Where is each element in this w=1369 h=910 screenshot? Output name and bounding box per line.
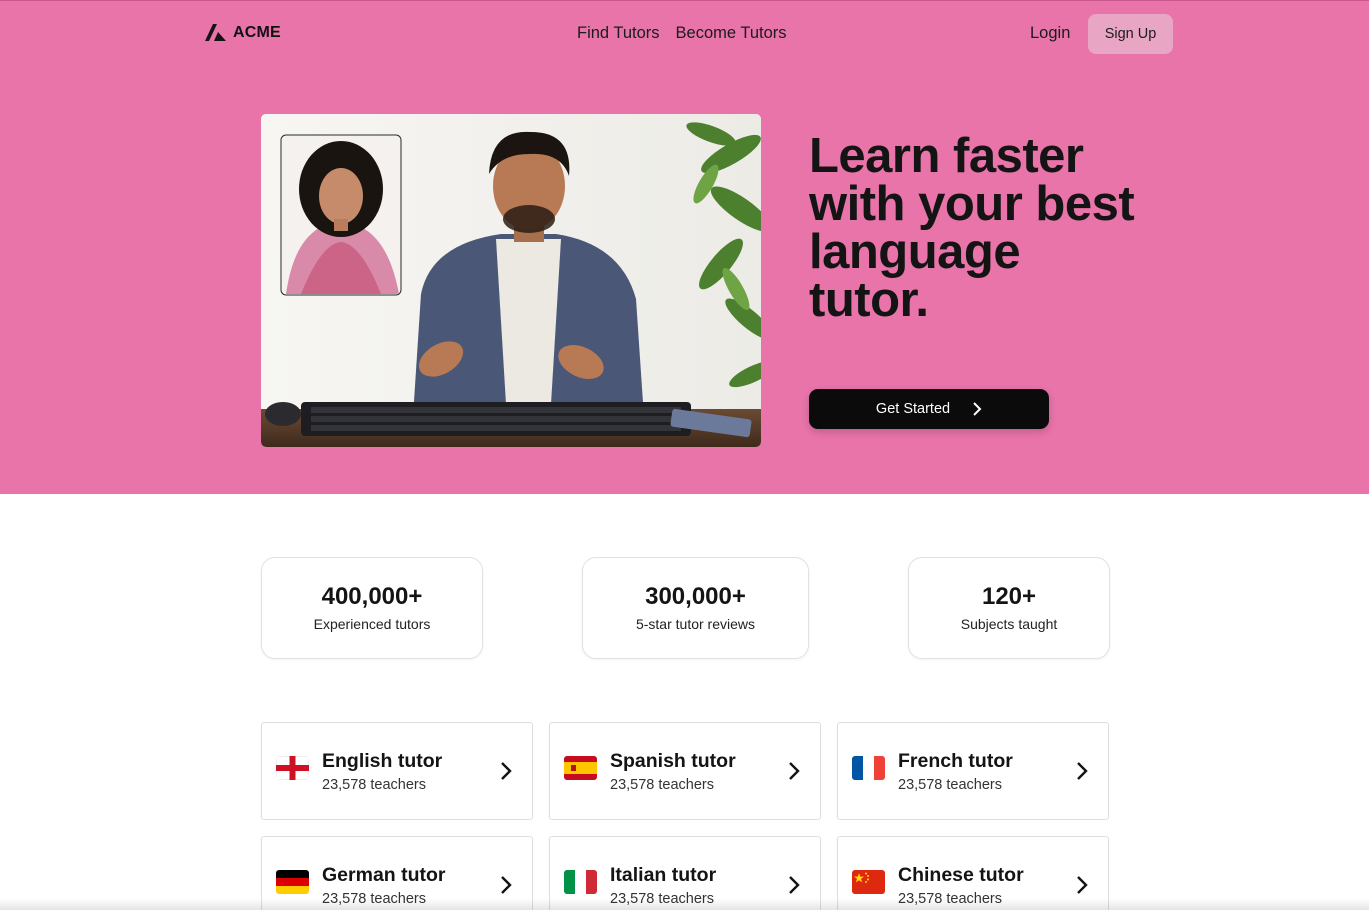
tutor-card-chinese[interactable]: Chinese tutor 23,578 teachers (837, 836, 1109, 910)
chevron-right-icon (973, 402, 982, 416)
hero-video-call-image (261, 114, 761, 447)
hero-section: ACME Find Tutors Become Tutors Login Sig… (0, 0, 1369, 494)
italy-flag-icon (564, 870, 597, 894)
get-started-button[interactable]: Get Started (809, 389, 1049, 429)
tutor-name: Spanish tutor (610, 750, 736, 772)
tutor-count: 23,578 teachers (610, 891, 714, 907)
signup-button[interactable]: Sign Up (1088, 14, 1173, 54)
stat-value: 300,000+ (645, 582, 746, 610)
england-flag-icon (276, 756, 309, 780)
chevron-right-icon (501, 876, 512, 894)
brand-logo[interactable]: ACME (205, 23, 281, 42)
tutor-name: Italian tutor (610, 864, 717, 886)
nav-become-tutors[interactable]: Become Tutors (676, 24, 787, 43)
tutor-card-french[interactable]: French tutor 23,578 teachers (837, 722, 1109, 820)
tutor-card-italian[interactable]: Italian tutor 23,578 teachers (549, 836, 821, 910)
tutor-count: 23,578 teachers (898, 777, 1002, 793)
spain-flag-icon (564, 756, 597, 780)
tutor-card-english[interactable]: English tutor 23,578 teachers (261, 722, 533, 820)
chevron-right-icon (789, 762, 800, 780)
stat-value: 400,000+ (321, 582, 423, 610)
germany-flag-icon (276, 870, 309, 894)
stat-label: Subjects taught (960, 615, 1058, 632)
chevron-right-icon (501, 762, 512, 780)
chevron-right-icon (789, 876, 800, 894)
tutor-count: 23,578 teachers (322, 891, 426, 907)
acme-logo-icon (205, 24, 226, 41)
brand-name: ACME (233, 23, 281, 41)
tutor-name: Chinese tutor (898, 864, 1024, 886)
main-nav: Find Tutors Become Tutors (577, 24, 787, 43)
stat-card-reviews: 300,000+ 5-star tutor reviews (582, 557, 809, 659)
tutor-name: German tutor (322, 864, 446, 886)
hero-headline: Learn faster with your best language tut… (809, 129, 1135, 327)
login-link[interactable]: Login (1030, 24, 1070, 43)
tutor-card-spanish[interactable]: Spanish tutor 23,578 teachers (549, 722, 821, 820)
nav-find-tutors[interactable]: Find Tutors (577, 24, 660, 43)
chevron-right-icon (1077, 876, 1088, 894)
tutor-card-german[interactable]: German tutor 23,578 teachers (261, 836, 533, 910)
chevron-right-icon (1077, 762, 1088, 780)
tutor-count: 23,578 teachers (898, 891, 1002, 907)
get-started-label: Get Started (875, 401, 951, 417)
tutor-name: English tutor (322, 750, 443, 772)
tutor-name: French tutor (898, 750, 1013, 772)
france-flag-icon (852, 756, 885, 780)
tutor-count: 23,578 teachers (610, 777, 714, 793)
stat-card-tutors: 400,000+ Experienced tutors (261, 557, 483, 659)
stat-label: Experienced tutors (313, 615, 431, 632)
stat-card-subjects: 120+ Subjects taught (908, 557, 1110, 659)
stat-value: 120+ (981, 582, 1037, 610)
stat-label: 5-star tutor reviews (635, 615, 756, 632)
china-flag-icon (852, 870, 885, 894)
tutor-count: 23,578 teachers (322, 777, 426, 793)
